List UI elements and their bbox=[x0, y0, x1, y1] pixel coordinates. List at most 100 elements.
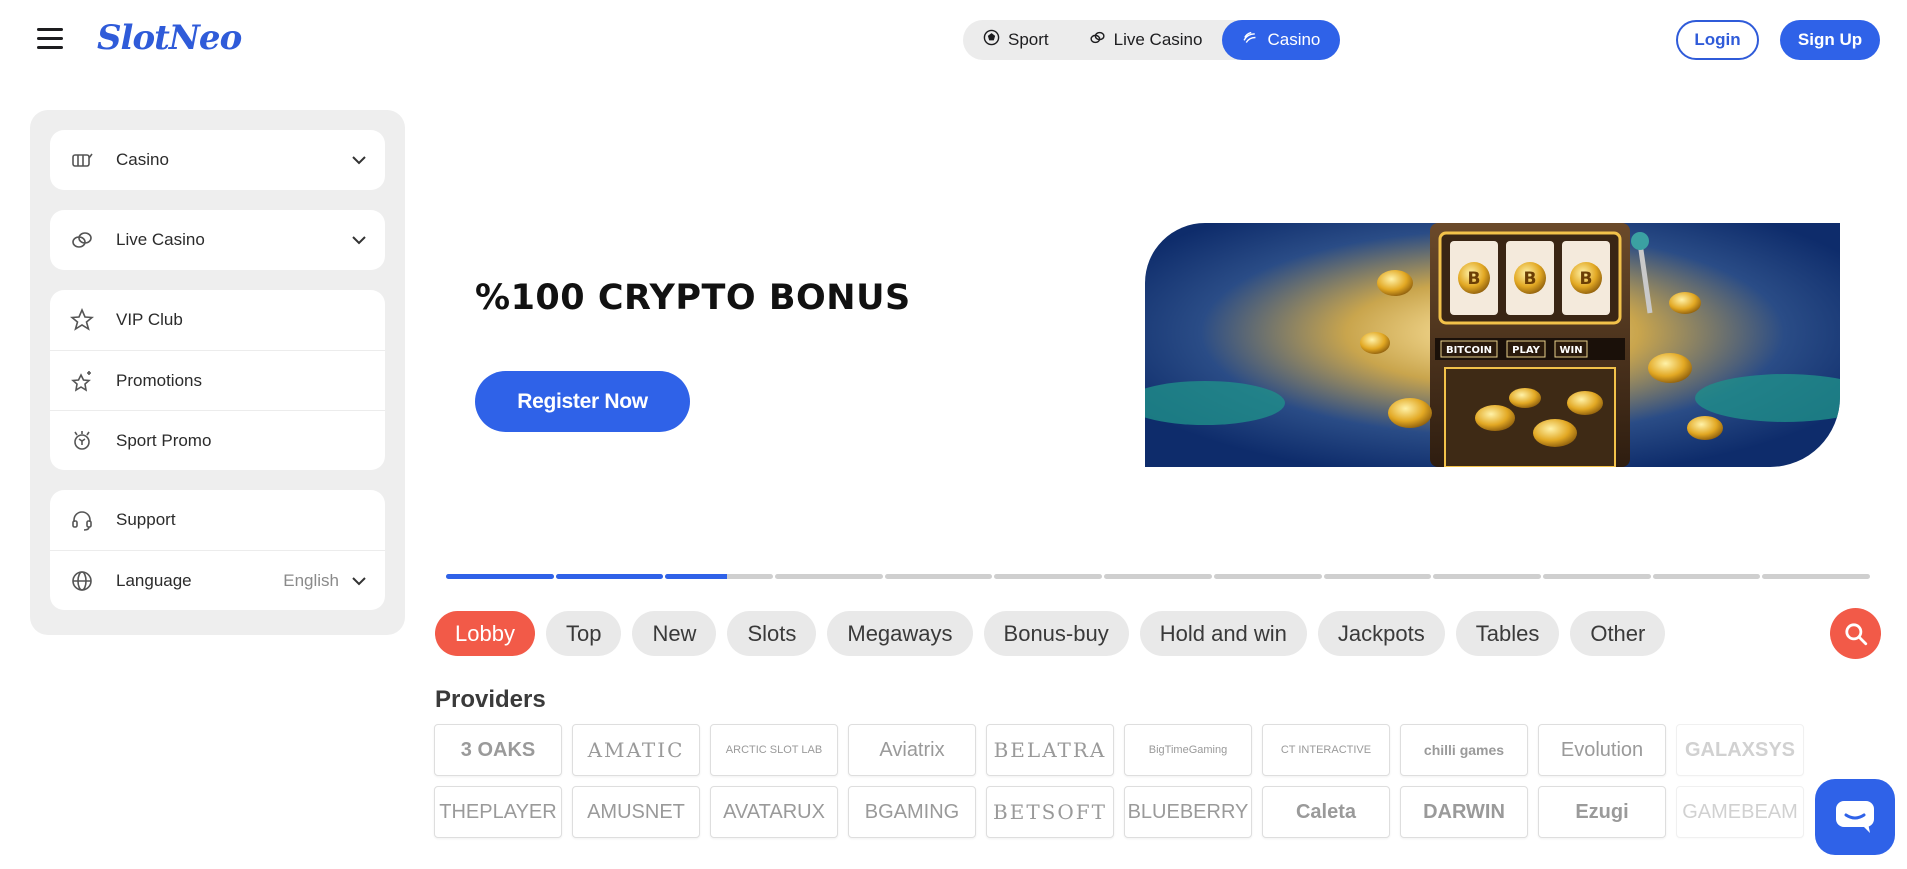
sidebar-item-label: Promotions bbox=[116, 370, 202, 390]
filter-chip-hold-and-win[interactable]: Hold and win bbox=[1139, 611, 1307, 656]
register-now-button[interactable]: Register Now bbox=[475, 371, 690, 432]
carousel-segment[interactable] bbox=[1213, 574, 1322, 579]
provider-logo[interactable]: 3 OAKS bbox=[434, 724, 562, 776]
hero-title: %100 CRYPTO BONUS bbox=[475, 278, 911, 318]
slot-machine-icon bbox=[70, 148, 94, 172]
provider-name: GALAXSYS bbox=[1684, 738, 1796, 761]
casino-icon bbox=[1242, 29, 1259, 51]
provider-logo[interactable]: DARWIN bbox=[1400, 786, 1528, 838]
hero-banner-image[interactable]: B B B BITCOIN PLAY WIN bbox=[1145, 223, 1840, 467]
signup-button[interactable]: Sign Up bbox=[1780, 20, 1880, 60]
svg-text:B: B bbox=[1580, 269, 1593, 289]
provider-name: 3 OAKS bbox=[460, 738, 536, 761]
sidebar-group-promos: VIP Club Promotions Sport Promo bbox=[50, 290, 385, 470]
provider-logo[interactable]: GALAXSYS bbox=[1676, 724, 1804, 776]
sidebar-item-label: Support bbox=[116, 510, 176, 529]
login-button[interactable]: Login bbox=[1676, 20, 1759, 60]
sidebar-item-live-casino[interactable]: Live Casino bbox=[50, 210, 385, 270]
carousel-segment[interactable] bbox=[665, 574, 774, 579]
provider-logo[interactable]: Evolution bbox=[1538, 724, 1666, 776]
carousel-segment[interactable] bbox=[994, 574, 1103, 579]
provider-logo[interactable]: Caleta bbox=[1262, 786, 1390, 838]
provider-logo[interactable]: BGAMING bbox=[848, 786, 976, 838]
filter-chip-bonus-buy[interactable]: Bonus-buy bbox=[983, 611, 1129, 656]
chat-icon bbox=[1836, 801, 1874, 833]
tab-label: Sport bbox=[1008, 30, 1049, 49]
tab-casino[interactable]: Casino bbox=[1222, 20, 1341, 60]
chips-icon bbox=[70, 228, 94, 252]
chevron-down-icon bbox=[352, 236, 366, 245]
carousel-segment[interactable] bbox=[775, 574, 883, 579]
carousel-segment[interactable] bbox=[1433, 574, 1541, 579]
carousel-segment-fill bbox=[665, 574, 727, 579]
provider-logo[interactable]: Ezugi bbox=[1538, 786, 1666, 838]
provider-name: Caleta bbox=[1295, 800, 1357, 823]
search-button[interactable] bbox=[1830, 608, 1881, 659]
provider-logo[interactable]: Aviatrix bbox=[848, 724, 976, 776]
menu-icon[interactable] bbox=[37, 28, 63, 50]
language-value: English bbox=[283, 570, 339, 590]
provider-name: Ezugi bbox=[1575, 800, 1629, 823]
provider-logo[interactable]: chilli games bbox=[1400, 724, 1528, 776]
tab-sport[interactable]: Sport bbox=[963, 20, 1069, 60]
sidebar-item-support[interactable]: Support bbox=[50, 490, 385, 550]
sidebar-item-language[interactable]: Language English bbox=[50, 550, 385, 610]
filter-chip-jackpots[interactable]: Jackpots bbox=[1317, 611, 1445, 656]
provider-name: BELATRA bbox=[993, 738, 1107, 762]
provider-name: BETSOFT bbox=[993, 800, 1107, 824]
provider-logo[interactable]: BELATRA bbox=[986, 724, 1114, 776]
sidebar-item-promotions[interactable]: Promotions bbox=[50, 350, 385, 410]
sidebar-item-label: Casino bbox=[116, 150, 169, 169]
sidebar: Casino Live Casino VIP Club Promotions S… bbox=[30, 110, 405, 635]
sidebar-item-label: Language bbox=[116, 570, 192, 590]
filter-chip-tables[interactable]: Tables bbox=[1455, 611, 1560, 656]
sidebar-item-casino[interactable]: Casino bbox=[50, 130, 385, 190]
provider-name: Aviatrix bbox=[879, 738, 945, 761]
filter-chip-new[interactable]: New bbox=[632, 611, 717, 656]
carousel-segment[interactable] bbox=[1652, 574, 1761, 579]
search-icon bbox=[1844, 622, 1867, 645]
carousel-segment[interactable] bbox=[446, 574, 554, 579]
filter-chip-megaways[interactable]: Megaways bbox=[827, 611, 973, 656]
filter-chip-lobby[interactable]: Lobby bbox=[435, 611, 535, 656]
carousel-segment[interactable] bbox=[1762, 574, 1870, 579]
tab-label: Casino bbox=[1267, 30, 1321, 49]
sidebar-group-help: Support Language English bbox=[50, 490, 385, 610]
sidebar-item-vip-club[interactable]: VIP Club bbox=[50, 290, 385, 350]
provider-logo[interactable]: AMUSNET bbox=[572, 786, 700, 838]
filter-chip-slots[interactable]: Slots bbox=[727, 611, 817, 656]
product-tabs: Sport Live Casino Casino bbox=[963, 20, 1341, 60]
filter-chip-top[interactable]: Top bbox=[545, 611, 622, 656]
sidebar-group-casino: Casino bbox=[50, 130, 385, 190]
chat-button[interactable] bbox=[1815, 779, 1895, 855]
chevron-down-icon bbox=[352, 156, 366, 165]
carousel-segment[interactable] bbox=[1104, 574, 1212, 579]
carousel-segment[interactable] bbox=[1323, 574, 1432, 579]
svg-text:B: B bbox=[1468, 269, 1481, 289]
provider-logo[interactable]: BLUEBERRY bbox=[1124, 786, 1252, 838]
provider-logo[interactable]: THEPLAYER bbox=[434, 786, 562, 838]
provider-logo[interactable]: ARCTIC SLOT LAB bbox=[710, 724, 838, 776]
provider-name: DARWIN bbox=[1423, 800, 1505, 823]
svg-text:B: B bbox=[1524, 269, 1537, 289]
logo[interactable]: SlotNeo bbox=[97, 18, 242, 58]
provider-logo[interactable]: GAMEBEAM bbox=[1676, 786, 1804, 838]
carousel-segment[interactable] bbox=[555, 574, 664, 579]
provider-name: GAMEBEAM bbox=[1682, 800, 1798, 823]
provider-logo[interactable]: AVATARUX bbox=[710, 786, 838, 838]
provider-logo[interactable]: BigTimeGaming bbox=[1124, 724, 1252, 776]
carousel-progress bbox=[446, 574, 1870, 579]
tab-live-casino[interactable]: Live Casino bbox=[1069, 20, 1223, 60]
provider-name: BLUEBERRY bbox=[1127, 800, 1249, 823]
category-filters: Lobby Top New Slots Megaways Bonus-buy Hold an… bbox=[435, 611, 1666, 656]
sidebar-item-sport-promo[interactable]: Sport Promo bbox=[50, 410, 385, 470]
provider-logo[interactable]: CT INTERACTIVE bbox=[1262, 724, 1390, 776]
carousel-segment[interactable] bbox=[884, 574, 993, 579]
provider-name: AMATIC bbox=[587, 738, 685, 762]
provider-logo[interactable]: BETSOFT bbox=[986, 786, 1114, 838]
provider-logo[interactable]: AMATIC bbox=[572, 724, 700, 776]
banner-label-play: PLAY bbox=[1512, 345, 1540, 356]
carousel-segment[interactable] bbox=[1542, 574, 1651, 579]
vip-star-icon bbox=[70, 308, 94, 332]
filter-chip-other[interactable]: Other bbox=[1570, 611, 1666, 656]
